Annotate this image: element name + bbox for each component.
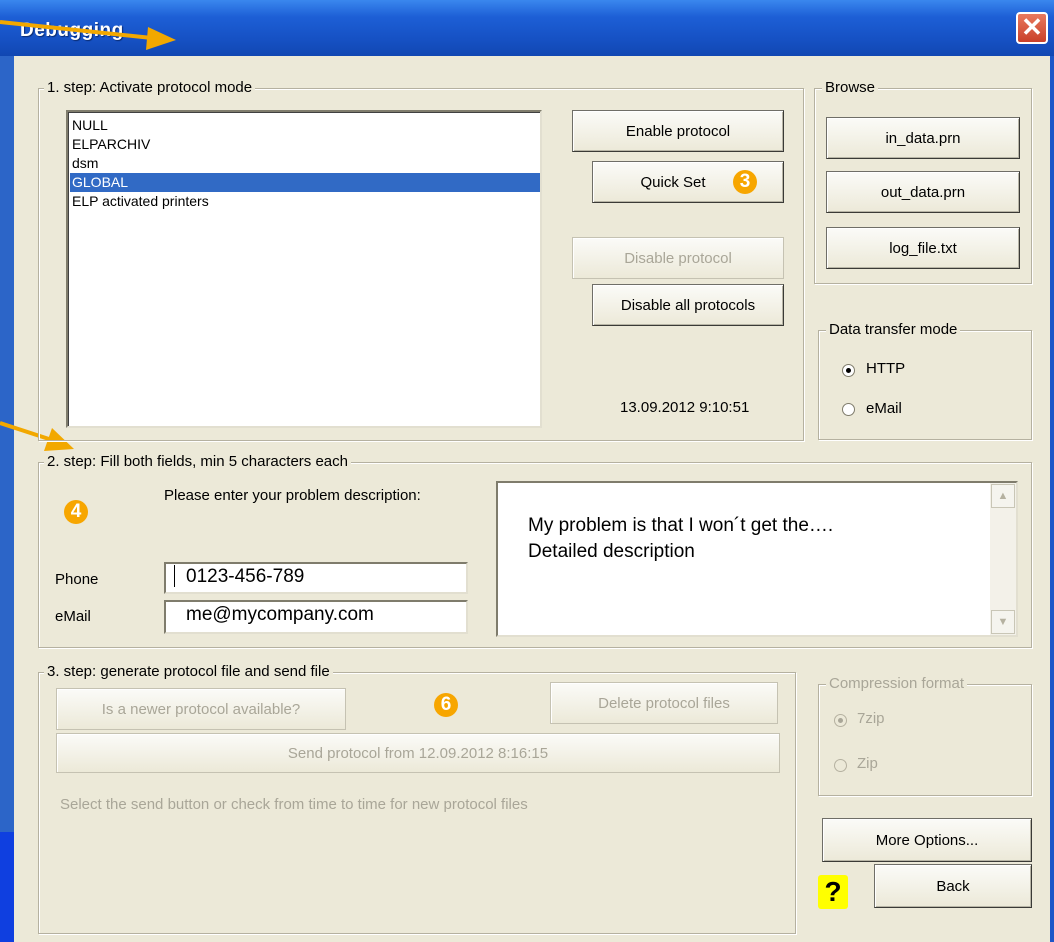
badge-step3: 6: [434, 693, 458, 717]
http-radio-label: HTTP: [866, 360, 906, 377]
more-options-button[interactable]: More Options...: [822, 818, 1032, 862]
arrow-head-title: [146, 27, 176, 50]
help-icon[interactable]: ?: [818, 875, 848, 909]
zip-radio-label: Zip: [857, 755, 878, 772]
list-item[interactable]: ELP activated printers: [70, 192, 540, 211]
protocol-list[interactable]: NULL ELPARCHIV dsm GLOBAL ELP activated …: [66, 110, 542, 428]
description-line: My problem is that I won´t get the….: [528, 515, 834, 536]
problem-description-label: Please enter your problem description:: [164, 487, 421, 504]
problem-description-text: My problem is that I won´t get the…. Det…: [528, 513, 833, 565]
description-line: Detailed description: [528, 541, 695, 562]
delete-protocol-files-button[interactable]: Delete protocol files: [550, 682, 778, 724]
email-label: eMail: [55, 608, 91, 625]
quick-set-label: Quick Set: [640, 173, 706, 191]
7zip-radio-label: 7zip: [857, 710, 885, 727]
scroll-up-icon[interactable]: ▲: [991, 484, 1015, 508]
arrow-line-title: [0, 20, 153, 40]
out-data-button[interactable]: out_data.prn: [826, 171, 1020, 213]
back-button[interactable]: Back: [874, 864, 1032, 908]
step3-legend: 3. step: generate protocol file and send…: [44, 663, 333, 680]
list-item[interactable]: ELPARCHIV: [70, 135, 540, 154]
compression-legend: Compression format: [826, 675, 968, 692]
compression-group: [818, 684, 1032, 796]
badge-step2: 4: [64, 500, 88, 524]
7zip-radio[interactable]: [834, 714, 847, 727]
email-radio[interactable]: [842, 403, 855, 416]
transfer-group: [818, 330, 1032, 440]
log-file-button[interactable]: log_file.txt: [826, 227, 1020, 269]
list-item[interactable]: NULL: [70, 116, 540, 135]
disable-protocol-button[interactable]: Disable protocol: [572, 237, 784, 279]
in-data-button[interactable]: in_data.prn: [826, 117, 1020, 159]
send-hint-text: Select the send button or check from tim…: [60, 796, 528, 813]
window-border-left-lower: [0, 832, 14, 942]
transfer-legend: Data transfer mode: [826, 321, 961, 338]
text-cursor: [174, 565, 175, 587]
description-scrollbar[interactable]: ▲ ▼: [990, 483, 1016, 635]
browse-legend: Browse: [822, 79, 879, 96]
zip-radio[interactable]: [834, 759, 847, 772]
email-input[interactable]: me@mycompany.com: [164, 600, 468, 634]
step1-legend: 1. step: Activate protocol mode: [44, 79, 256, 96]
email-radio-label: eMail: [866, 400, 902, 417]
list-item[interactable]: dsm: [70, 154, 540, 173]
enable-protocol-button[interactable]: Enable protocol: [572, 110, 784, 152]
window-border-right: [1050, 56, 1054, 942]
disable-all-protocols-button[interactable]: Disable all protocols: [592, 284, 784, 326]
list-item-selected[interactable]: GLOBAL: [70, 173, 540, 192]
newer-protocol-button[interactable]: Is a newer protocol available?: [56, 688, 346, 730]
http-radio[interactable]: [842, 364, 855, 377]
step2-legend: 2. step: Fill both fields, min 5 charact…: [44, 453, 351, 470]
phone-label: Phone: [55, 571, 99, 588]
phone-input[interactable]: 0123-456-789: [164, 562, 468, 594]
problem-description-textarea[interactable]: My problem is that I won´t get the…. Det…: [496, 481, 1018, 637]
protocol-timestamp: 13.09.2012 9:10:51: [620, 399, 750, 416]
close-icon[interactable]: ✕: [1016, 12, 1048, 44]
send-protocol-button[interactable]: Send protocol from 12.09.2012 8:16:15: [56, 733, 780, 773]
scroll-down-icon[interactable]: ▼: [991, 610, 1015, 634]
badge-quick-set: 3: [733, 170, 757, 194]
